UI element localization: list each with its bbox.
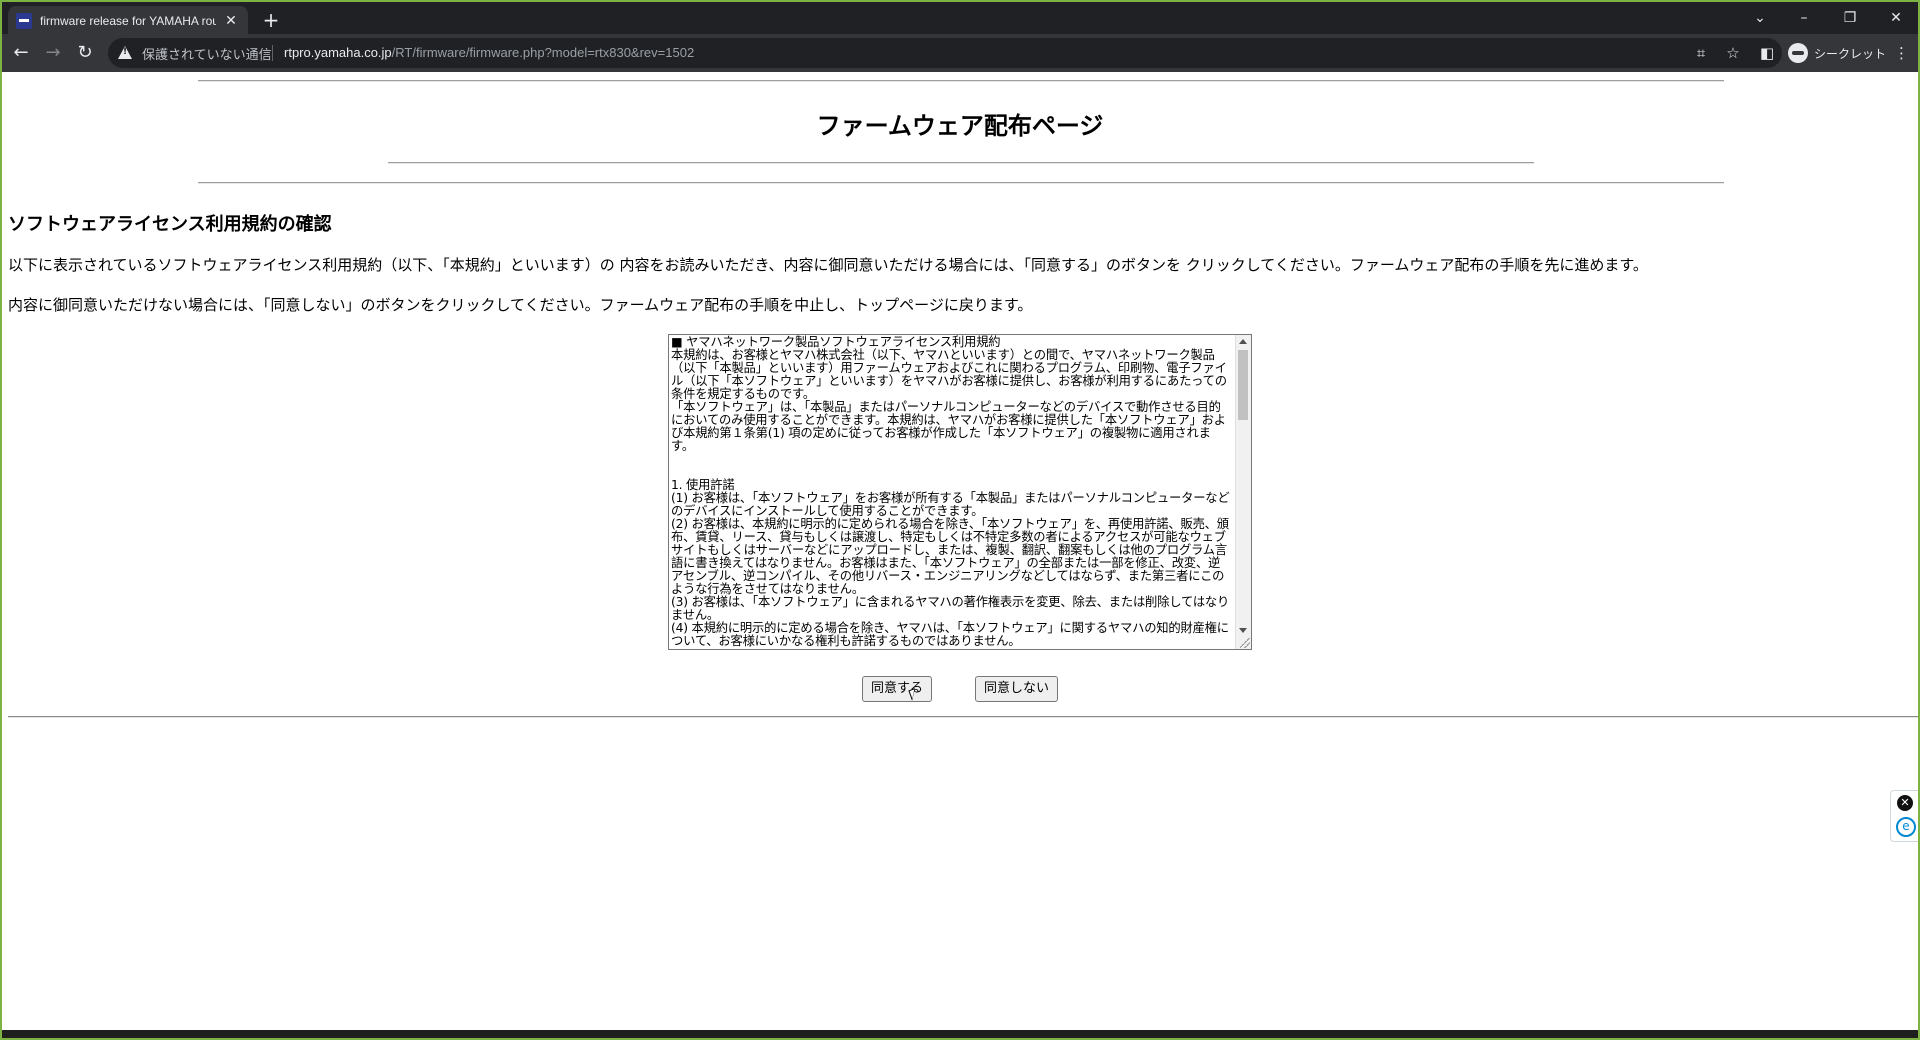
url-text[interactable]: rtpro.yamaha.co.jp/RT/firmware/firmware.… xyxy=(284,45,694,60)
extension-close-icon[interactable]: ✕ xyxy=(1897,795,1913,811)
yamaha-favicon-icon xyxy=(16,13,32,29)
license-scrollbar[interactable] xyxy=(1235,335,1251,649)
security-status[interactable]: 保護されていない通信 xyxy=(142,44,272,63)
reload-button[interactable]: ↻ xyxy=(72,40,98,66)
tab-title: firmware release for YAMAHA router xyxy=(40,14,216,28)
forward-button[interactable]: → xyxy=(40,40,66,66)
sidepanel-icon[interactable]: ◧ xyxy=(1760,42,1774,64)
incognito-label: シークレット xyxy=(1814,46,1887,61)
scroll-down-icon[interactable] xyxy=(1239,628,1247,633)
title-divider xyxy=(388,162,1534,164)
browser-toolbar: ← → ↻ 保護されていない通信 rtpro.yamaha.co.jp/RT/f… xyxy=(0,34,1920,72)
header-divider xyxy=(198,182,1724,184)
new-tab-button[interactable]: + xyxy=(258,8,284,34)
instruction-paragraph-disagree: 内容に御同意いただけない場合には、「同意しない」のボタンをクリックしてください。… xyxy=(8,296,1033,314)
restore-button[interactable]: ❐ xyxy=(1830,4,1870,32)
translate-icon[interactable]: ⌗ xyxy=(1690,42,1712,64)
warning-icon[interactable] xyxy=(118,46,132,59)
star-icon[interactable]: ☆ xyxy=(1722,42,1744,64)
scrollbar-thumb[interactable] xyxy=(1238,350,1248,420)
tab-search-button[interactable]: ⌄ xyxy=(1740,4,1780,32)
footer-divider xyxy=(8,716,1918,718)
browser-tab-bar: firmware release for YAMAHA router ✕ + ⌄… xyxy=(0,0,1920,36)
license-text: ■ ヤマハネットワーク製品ソフトウェアライセンス利用規約 本規約は、お客様とヤマ… xyxy=(671,335,1230,648)
url-host: rtpro.yamaha.co.jp xyxy=(284,45,392,60)
resize-grip-icon[interactable] xyxy=(1240,638,1250,648)
minimize-button[interactable]: – xyxy=(1784,4,1824,32)
tab-close-icon[interactable]: ✕ xyxy=(222,13,240,29)
page-content: ファームウェア配布ページ ソフトウェアライセンス利用規約の確認 以下に表示されて… xyxy=(2,72,1920,1030)
disagree-button[interactable]: 同意しない xyxy=(975,676,1059,702)
menu-icon[interactable]: ⋮ xyxy=(1894,42,1909,64)
close-window-button[interactable]: ✕ xyxy=(1876,4,1916,32)
address-bar[interactable]: 保護されていない通信 rtpro.yamaha.co.jp/RT/firmwar… xyxy=(108,38,1782,68)
license-textarea[interactable]: ■ ヤマハネットワーク製品ソフトウェアライセンス利用規約 本規約は、お客様とヤマ… xyxy=(668,334,1252,650)
taskbar xyxy=(0,1030,1920,1040)
incognito-indicator[interactable]: シークレット xyxy=(1788,39,1886,67)
page-title: ファームウェア配布ページ xyxy=(816,112,1104,140)
section-heading: ソフトウェアライセンス利用規約の確認 xyxy=(8,214,332,235)
extension-e-icon[interactable]: e xyxy=(1896,817,1916,837)
back-button[interactable]: ← xyxy=(8,40,34,66)
extension-widget: ✕ e xyxy=(1890,790,1920,842)
url-path: /RT/firmware/firmware.php?model=rtx830&r… xyxy=(391,45,695,60)
agree-button[interactable]: 同意する xyxy=(862,676,933,702)
top-divider xyxy=(198,80,1724,82)
divider xyxy=(272,45,273,61)
incognito-icon xyxy=(1788,43,1808,63)
browser-tab[interactable]: firmware release for YAMAHA router ✕ xyxy=(8,6,248,36)
scroll-up-icon[interactable] xyxy=(1239,339,1247,344)
instruction-paragraph-agree: 以下に表示されているソフトウェアライセンス利用規約（以下、「本規約」といいます）… xyxy=(8,256,1648,274)
